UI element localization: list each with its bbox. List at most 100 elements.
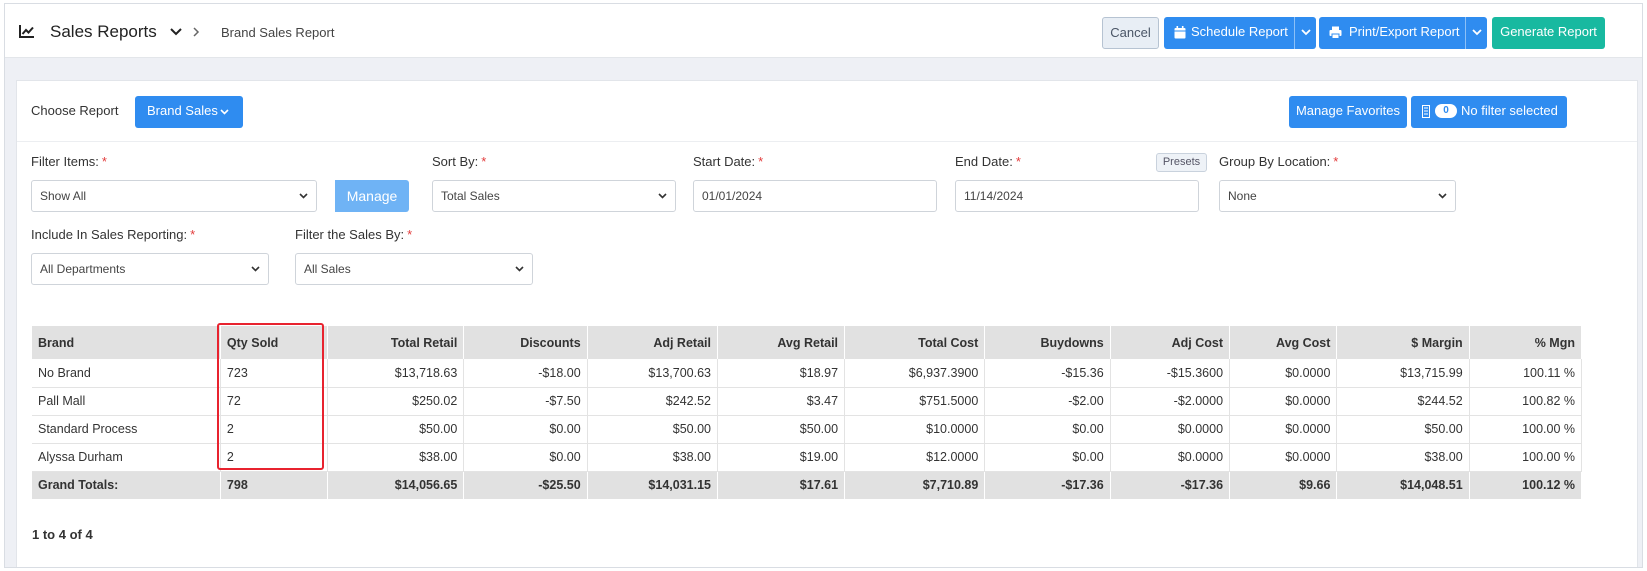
table-row[interactable]: Standard Process 2 $50.00 $0.00 $50.00 $50.00… — [32, 415, 1583, 444]
table-cell: Alyssa Durham — [32, 443, 221, 472]
table-cell: -$15.36 — [984, 359, 1111, 388]
table-cell: $13,700.63 — [587, 359, 718, 388]
table-cell: $12.0000 — [844, 443, 986, 472]
end-date-label: End Date: * — [955, 154, 1021, 169]
top-bar: Sales Reports Brand Sales Report Cancel … — [5, 4, 1642, 58]
table-cell: $0.0000 — [1229, 415, 1338, 444]
column-header[interactable]: Brand — [32, 326, 221, 359]
filter-items-label: Filter Items: * — [31, 154, 107, 169]
include-in-sales-label: Include In Sales Reporting: * — [31, 227, 196, 242]
presets-button[interactable]: Presets — [1156, 153, 1207, 172]
chevron-down-icon — [1301, 29, 1311, 36]
table-cell: 100.00 % — [1469, 415, 1583, 444]
column-header[interactable]: Buydowns — [984, 326, 1111, 359]
table-cell: 100.00 % — [1469, 443, 1583, 472]
column-header[interactable]: Total Cost — [844, 326, 986, 359]
column-header[interactable]: % Mgn — [1469, 326, 1583, 359]
cancel-button[interactable]: Cancel — [1102, 17, 1159, 49]
chevron-down-icon — [220, 109, 229, 115]
total-cell: $14,048.51 — [1336, 471, 1470, 499]
manage-filter-button[interactable]: Manage — [335, 180, 409, 212]
table-row[interactable]: No Brand 723 $13,718.63 -$18.00 $13,700.63 $1… — [32, 359, 1583, 388]
table-cell: $38.00 — [327, 443, 465, 472]
table-cell: $38.00 — [587, 443, 718, 472]
sort-by-label: Sort By: * — [432, 154, 487, 169]
column-header[interactable]: Avg Cost — [1229, 326, 1338, 359]
app-frame: Sales Reports Brand Sales Report Cancel … — [4, 3, 1643, 568]
table-cell: -$15.3600 — [1110, 359, 1231, 388]
table-row[interactable]: Pall Mall 72 $250.02 -$7.50 $242.52 $3.47 $751… — [32, 387, 1583, 416]
column-header[interactable]: Discounts — [463, 326, 588, 359]
filter-count-badge: 0 — [1435, 104, 1457, 118]
group-by-location-select[interactable]: None — [1219, 180, 1456, 212]
table-cell: $6,937.3900 — [844, 359, 986, 388]
table-cell: $50.00 — [717, 415, 846, 444]
brand-sales-table: Brand Qty Sold Total Retail Discounts Ad… — [32, 326, 1583, 499]
chevron-down-icon[interactable] — [170, 28, 182, 36]
total-cell: Grand Totals: — [32, 471, 221, 499]
column-header[interactable]: Total Retail — [327, 326, 465, 359]
print-dropdown-toggle[interactable] — [1465, 17, 1487, 49]
table-cell: $0.0000 — [1229, 359, 1338, 388]
printer-icon — [1329, 26, 1342, 39]
schedule-report-button[interactable]: Schedule Report — [1164, 17, 1316, 49]
line-chart-icon — [19, 25, 34, 38]
calendar-icon — [1174, 26, 1186, 39]
table-cell: $242.52 — [587, 387, 718, 416]
table-cell: $18.97 — [717, 359, 846, 388]
total-cell: -$17.36 — [1110, 471, 1231, 499]
column-header[interactable]: Avg Retail — [717, 326, 846, 359]
filter-list-icon — [1422, 105, 1430, 118]
chevron-down-icon — [1438, 193, 1447, 199]
table-cell: $0.00 — [463, 443, 588, 472]
report-card: Choose Report Brand Sales Manage Favorit… — [16, 80, 1638, 567]
filter-sales-by-select[interactable]: All Sales — [295, 253, 533, 285]
print-export-button[interactable]: Print/Export Report — [1319, 17, 1487, 49]
table-row[interactable]: Alyssa Durham 2 $38.00 $0.00 $38.00 $19.00 $12… — [32, 443, 1583, 472]
schedule-dropdown-toggle[interactable] — [1294, 17, 1316, 49]
table-cell: $0.00 — [984, 443, 1111, 472]
table-header-row: Brand Qty Sold Total Retail Discounts Ad… — [32, 326, 1583, 359]
table-cell: -$2.00 — [984, 387, 1111, 416]
manage-favorites-button[interactable]: Manage Favorites — [1289, 96, 1407, 128]
table-cell: 2 — [220, 443, 329, 472]
column-header[interactable]: $ Margin — [1336, 326, 1470, 359]
column-header[interactable]: Adj Retail — [587, 326, 718, 359]
end-date-input[interactable]: 11/14/2024 — [955, 180, 1199, 212]
start-date-label: Start Date: * — [693, 154, 764, 169]
table-cell: $13,718.63 — [327, 359, 465, 388]
report-selected-label: Brand Sales — [147, 103, 218, 118]
table-cell: 100.82 % — [1469, 387, 1583, 416]
table-cell: $3.47 — [717, 387, 846, 416]
table-cell: $50.00 — [327, 415, 465, 444]
table-cell: $0.0000 — [1229, 443, 1338, 472]
table-cell: $50.00 — [587, 415, 718, 444]
filter-status-button[interactable]: 0 No filter selected — [1411, 96, 1567, 128]
total-cell: $14,031.15 — [587, 471, 718, 499]
total-cell: -$25.50 — [463, 471, 588, 499]
sort-by-select[interactable]: Total Sales — [432, 180, 676, 212]
table-cell: $19.00 — [717, 443, 846, 472]
table-cell: Standard Process — [32, 415, 221, 444]
table-cell: $38.00 — [1336, 443, 1470, 472]
table-cell: -$7.50 — [463, 387, 588, 416]
include-in-sales-select[interactable]: All Departments — [31, 253, 269, 285]
filter-items-select[interactable]: Show All — [31, 180, 317, 212]
chevron-down-icon — [1472, 29, 1482, 36]
start-date-input[interactable]: 01/01/2024 — [693, 180, 937, 212]
page-title: Sales Reports — [50, 22, 157, 41]
table-cell: 100.11 % — [1469, 359, 1583, 388]
total-cell: $9.66 — [1229, 471, 1338, 499]
table-cell: $13,715.99 — [1336, 359, 1470, 388]
table-cell: No Brand — [32, 359, 221, 388]
column-header[interactable]: Adj Cost — [1110, 326, 1231, 359]
generate-report-button[interactable]: Generate Report — [1492, 17, 1605, 49]
grand-totals-row: Grand Totals: 798 $14,056.65 -$25.50 $14,031… — [32, 471, 1583, 499]
filter-sales-by-label: Filter the Sales By: * — [295, 227, 413, 242]
total-cell: 100.12 % — [1469, 471, 1583, 499]
column-header[interactable]: Qty Sold — [220, 326, 329, 359]
table-cell: Pall Mall — [32, 387, 221, 416]
pagination-info: 1 to 4 of 4 — [32, 527, 93, 542]
report-select-dropdown[interactable]: Brand Sales — [135, 96, 243, 128]
group-by-location-label: Group By Location: * — [1219, 154, 1339, 169]
